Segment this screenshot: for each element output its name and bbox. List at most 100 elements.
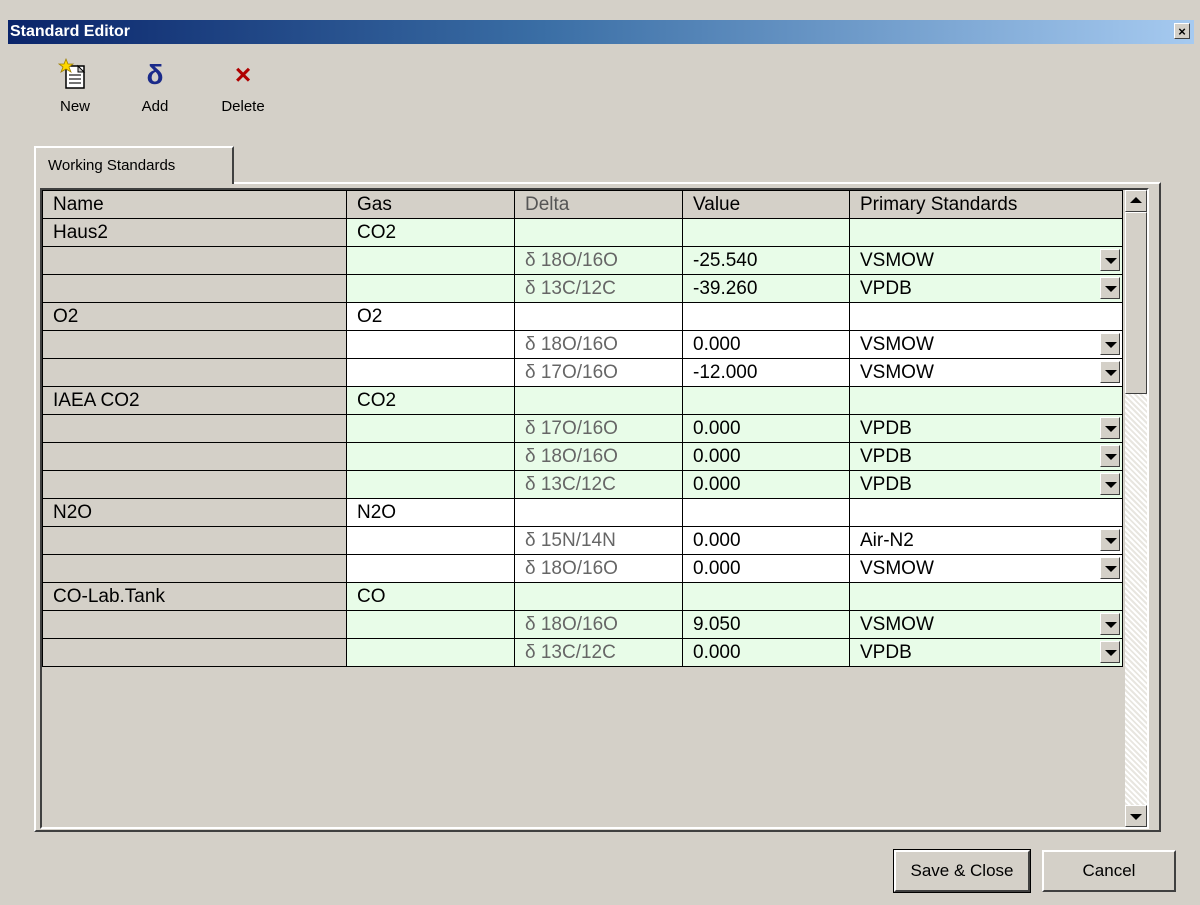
dropdown-arrow-icon[interactable] [1100,473,1120,495]
table-row[interactable]: δ 18O/16O 0.000 VPDB [42,442,1123,471]
cell-primary-standard[interactable] [849,386,1123,415]
cell-primary-standard[interactable]: Air-N2 [849,526,1123,555]
dropdown-arrow-icon[interactable] [1100,641,1120,663]
cell-primary-standard[interactable] [849,218,1123,247]
cell-name[interactable] [42,414,347,443]
dropdown-arrow-icon[interactable] [1100,613,1120,635]
cell-name[interactable] [42,610,347,639]
cell-primary-standard[interactable]: VPDB [849,414,1123,443]
cell-delta[interactable] [514,218,683,247]
cell-value[interactable]: 0.000 [682,526,850,555]
cell-primary-standard[interactable]: VSMOW [849,246,1123,275]
cell-delta[interactable] [514,582,683,611]
cell-name[interactable] [42,330,347,359]
cell-value[interactable]: 0.000 [682,442,850,471]
table-row[interactable]: δ 18O/16O 9.050 VSMOW [42,610,1123,639]
cell-primary-standard[interactable]: VPDB [849,442,1123,471]
cell-value[interactable]: -25.540 [682,246,850,275]
scroll-thumb[interactable] [1125,212,1147,394]
cell-name[interactable] [42,274,347,303]
cell-name[interactable]: O2 [42,302,347,331]
cell-name[interactable] [42,358,347,387]
cell-delta[interactable]: δ 13C/12C [514,470,683,499]
cell-delta[interactable]: δ 18O/16O [514,246,683,275]
table-row[interactable]: δ 18O/16O 0.000 VSMOW [42,554,1123,583]
cell-name[interactable] [42,442,347,471]
cell-delta[interactable] [514,498,683,527]
dropdown-arrow-icon[interactable] [1100,333,1120,355]
cell-name[interactable]: N2O [42,498,347,527]
table-row[interactable]: δ 13C/12C 0.000 VPDB [42,638,1123,667]
cell-delta[interactable]: δ 18O/16O [514,610,683,639]
cell-value[interactable]: -12.000 [682,358,850,387]
save-close-button[interactable]: Save & Close [893,849,1031,893]
cell-value[interactable]: 0.000 [682,554,850,583]
cell-primary-standard[interactable] [849,582,1123,611]
column-header-value[interactable]: Value [682,190,850,219]
cell-delta[interactable]: δ 18O/16O [514,330,683,359]
dropdown-arrow-icon[interactable] [1100,249,1120,271]
add-button[interactable]: δ Add [120,58,190,124]
cell-gas[interactable]: N2O [346,498,515,527]
cell-gas[interactable] [346,274,515,303]
cell-value[interactable] [682,498,850,527]
cell-value[interactable]: 9.050 [682,610,850,639]
cell-primary-standard[interactable]: VPDB [849,638,1123,667]
table-row[interactable]: δ 17O/16O 0.000 VPDB [42,414,1123,443]
cell-delta[interactable] [514,386,683,415]
cell-gas[interactable] [346,358,515,387]
cell-name[interactable] [42,554,347,583]
cell-gas[interactable] [346,442,515,471]
table-row[interactable]: N2O N2O [42,498,1123,527]
new-button[interactable]: New [40,57,110,124]
cell-delta[interactable]: δ 18O/16O [514,554,683,583]
cell-name[interactable]: CO-Lab.Tank [42,582,347,611]
cell-value[interactable] [682,302,850,331]
cell-gas[interactable] [346,526,515,555]
dropdown-arrow-icon[interactable] [1100,417,1120,439]
cell-name[interactable] [42,638,347,667]
cell-delta[interactable]: δ 17O/16O [514,358,683,387]
table-row[interactable]: δ 13C/12C 0.000 VPDB [42,470,1123,499]
cell-name[interactable]: IAEA CO2 [42,386,347,415]
column-header-delta[interactable]: Delta [514,190,683,219]
table-row[interactable]: δ 13C/12C -39.260 VPDB [42,274,1123,303]
cell-name[interactable] [42,246,347,275]
column-header-name[interactable]: Name [42,190,347,219]
cell-value[interactable]: 0.000 [682,330,850,359]
column-header-primary-standards[interactable]: Primary Standards [849,190,1123,219]
cell-gas[interactable]: CO2 [346,386,515,415]
cell-gas[interactable]: O2 [346,302,515,331]
vertical-scrollbar[interactable] [1125,190,1147,827]
cancel-button[interactable]: Cancel [1042,850,1176,892]
delete-button[interactable]: × Delete [208,58,278,124]
cell-delta[interactable]: δ 15N/14N [514,526,683,555]
table-row[interactable]: Haus2 CO2 [42,218,1123,247]
cell-delta[interactable]: δ 13C/12C [514,638,683,667]
cell-primary-standard[interactable]: VSMOW [849,554,1123,583]
table-row[interactable]: O2 O2 [42,302,1123,331]
cell-primary-standard[interactable]: VSMOW [849,610,1123,639]
table-row[interactable]: IAEA CO2 CO2 [42,386,1123,415]
cell-primary-standard[interactable]: VPDB [849,470,1123,499]
table-row[interactable]: CO-Lab.Tank CO [42,582,1123,611]
cell-value[interactable]: 0.000 [682,638,850,667]
cell-primary-standard[interactable] [849,302,1123,331]
dropdown-arrow-icon[interactable] [1100,361,1120,383]
cell-primary-standard[interactable]: VPDB [849,274,1123,303]
cell-gas[interactable] [346,610,515,639]
cell-value[interactable]: 0.000 [682,470,850,499]
cell-primary-standard[interactable]: VSMOW [849,330,1123,359]
cell-primary-standard[interactable]: VSMOW [849,358,1123,387]
cell-delta[interactable]: δ 17O/16O [514,414,683,443]
cell-gas[interactable] [346,330,515,359]
cell-value[interactable] [682,218,850,247]
column-header-gas[interactable]: Gas [346,190,515,219]
table-row[interactable]: δ 17O/16O -12.000 VSMOW [42,358,1123,387]
cell-gas[interactable]: CO [346,582,515,611]
dropdown-arrow-icon[interactable] [1100,529,1120,551]
cell-name[interactable]: Haus2 [42,218,347,247]
table-row[interactable]: δ 18O/16O 0.000 VSMOW [42,330,1123,359]
table-row[interactable]: δ 15N/14N 0.000 Air-N2 [42,526,1123,555]
dropdown-arrow-icon[interactable] [1100,445,1120,467]
